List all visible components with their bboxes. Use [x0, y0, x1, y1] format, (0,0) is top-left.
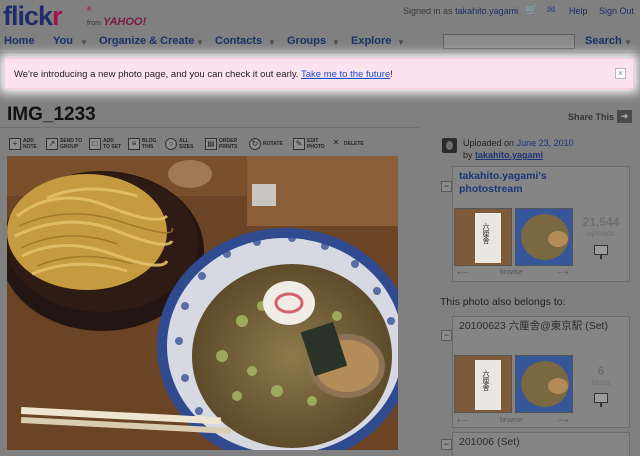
photostream-count: 21,544 uploads	[582, 215, 620, 238]
owner-link[interactable]: takahito.yagami	[475, 150, 543, 160]
from-yahoo-label: from YAHOO!	[87, 16, 147, 28]
blog-icon: ≡	[128, 138, 140, 150]
arrow-left-icon[interactable]: ⟵	[457, 416, 468, 425]
magnifier-icon: ○	[165, 138, 177, 150]
nav-organize-create[interactable]: Organize & Create	[99, 35, 194, 47]
top-bar: flickr ® from YAHOO! Signed in as takahi…	[0, 0, 640, 32]
new-photo-page-notice: We're introducing a new photo page, and …	[4, 58, 634, 89]
browse-label[interactable]: browse	[500, 269, 523, 276]
notice-text: We're introducing a new photo page, and …	[14, 69, 393, 80]
arrow-right-icon[interactable]: ⟶	[557, 416, 568, 425]
share-arrow-icon[interactable]: ➜	[617, 110, 632, 123]
chevron-down-icon[interactable]: ▼	[397, 38, 405, 47]
nav-explore[interactable]: Explore	[351, 35, 391, 47]
signed-in-status: Signed in as takahito.yagami	[403, 6, 519, 16]
nav-divider	[0, 52, 640, 53]
set-thumb-next[interactable]	[515, 355, 573, 413]
set-title[interactable]: 20100623 六厘舎@東京駅 (Set)	[459, 320, 608, 333]
photo-title[interactable]: IMG_1233	[7, 104, 96, 126]
chevron-down-icon[interactable]: ▼	[196, 38, 204, 47]
mail-icon[interactable]: ✉	[547, 5, 555, 16]
nav-groups[interactable]: Groups	[287, 35, 326, 47]
belongs-to-heading: This photo also belongs to:	[440, 296, 566, 308]
set-icon: □	[89, 138, 101, 150]
set-box: 20100623 六厘舎@東京駅 (Set) 六厘舎 6 items ⟵ brow…	[452, 316, 630, 428]
slideshow-icon[interactable]	[594, 393, 608, 407]
chevron-down-icon[interactable]: ▼	[268, 38, 276, 47]
note-icon: +	[9, 138, 21, 150]
arrow-left-icon[interactable]: ⟵	[457, 268, 468, 277]
upload-date-link[interactable]: June 23, 2010	[517, 138, 574, 148]
collapse-set-button[interactable]: −	[441, 330, 452, 341]
search-button[interactable]: Search	[585, 35, 622, 47]
title-divider	[0, 127, 420, 128]
photostream-box: takahito.yagami's photostream 六厘舎 21,544…	[452, 166, 630, 282]
slideshow-icon[interactable]	[594, 245, 608, 259]
group-icon: ↗	[46, 138, 58, 150]
uploaded-info: Uploaded on June 23, 2010 by takahito.ya…	[463, 138, 574, 160]
rotate-icon: ↻	[249, 138, 261, 150]
pencil-icon: ✎	[293, 138, 305, 150]
set-thumb-prev[interactable]: 六厘舎	[454, 355, 512, 413]
nav-home[interactable]: Home	[4, 35, 35, 47]
sign-out-link[interactable]: Sign Out	[599, 6, 634, 16]
take-me-to-future-link[interactable]: Take me to the future	[301, 69, 390, 80]
chevron-down-icon[interactable]: ▼	[332, 38, 340, 47]
flickr-logo[interactable]: flickr ®	[3, 1, 92, 32]
share-this-button[interactable]: Share This	[568, 112, 614, 122]
nav-you[interactable]: You	[53, 35, 73, 47]
nav-contacts[interactable]: Contacts	[215, 35, 262, 47]
chevron-down-icon[interactable]: ▼	[624, 38, 632, 47]
delete-icon: ✕	[332, 138, 340, 147]
photostream-thumb-prev[interactable]: 六厘舎	[454, 208, 512, 266]
close-icon[interactable]: ×	[615, 68, 626, 79]
set-title[interactable]: 201006 (Set)	[459, 436, 520, 449]
help-link[interactable]: Help	[569, 6, 588, 16]
avatar[interactable]	[442, 138, 457, 153]
collapse-photostream-button[interactable]: −	[441, 181, 452, 192]
search-input[interactable]	[443, 34, 575, 49]
print-icon: ▤	[205, 138, 217, 150]
signed-in-username-link[interactable]: takahito.yagami	[455, 6, 518, 16]
collapse-set-button[interactable]: −	[441, 439, 452, 450]
cart-icon[interactable]: 🛒	[525, 5, 537, 16]
set-box: 201006 (Set)	[452, 432, 630, 456]
photostream-title[interactable]: takahito.yagami's photostream	[459, 170, 569, 196]
photostream-thumb-next[interactable]	[515, 208, 573, 266]
browse-label[interactable]: browse	[500, 417, 523, 424]
arrow-right-icon[interactable]: ⟶	[557, 268, 568, 277]
chevron-down-icon[interactable]: ▼	[80, 38, 88, 47]
main-photo[interactable]	[7, 156, 398, 450]
set-count: 6 items	[591, 364, 611, 387]
